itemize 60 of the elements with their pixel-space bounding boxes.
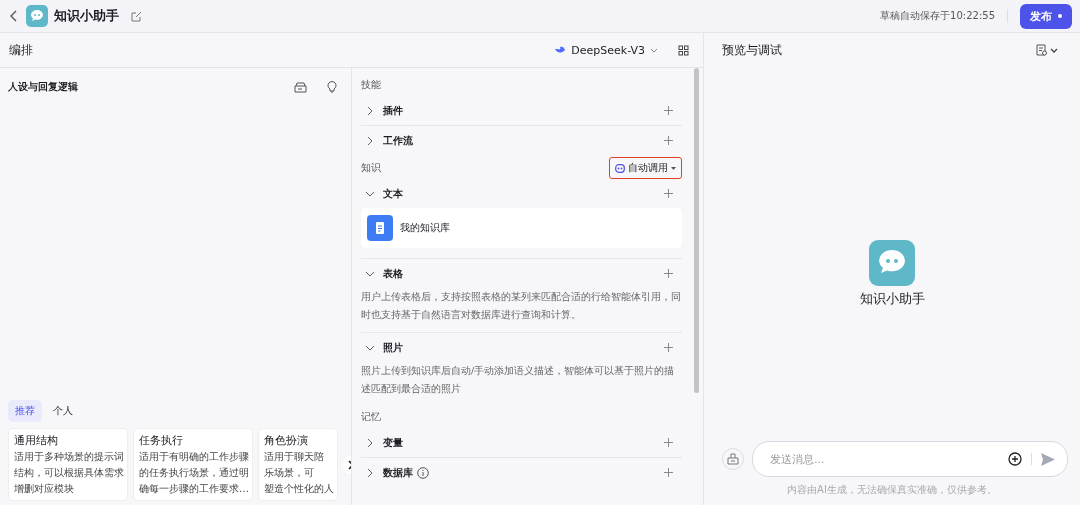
section-title: 记忆 — [361, 410, 381, 424]
bot-name: 知识小助手 — [859, 290, 925, 308]
collapsible-row[interactable]: 变量 — [361, 435, 403, 450]
template-card[interactable]: 任务执行 适用于有明确的工作步骤 的任务执行场景，通过明 确每一步骤的工作要求… — [133, 428, 253, 501]
card-description: 塑造个性化的人 — [264, 482, 334, 496]
template-card[interactable]: 角色扮演 适用于聊天陪 乐场景，可 塑造个性化的人 — [258, 428, 338, 501]
bot-avatar-icon — [869, 240, 915, 286]
panel-title: 人设与回复逻辑 — [8, 79, 78, 94]
publish-button[interactable]: 发布 — [1020, 3, 1072, 29]
chevron-icon — [365, 437, 375, 448]
template-card[interactable]: 通用结构 适用于多种场景的提示词 结构，可以根据具体需求 增删对应模块 — [8, 428, 128, 501]
caret-icon — [671, 166, 676, 170]
collapsible-row[interactable]: 数据库 — [361, 465, 413, 480]
collapsible-row[interactable]: 照片 — [361, 340, 403, 355]
template-tab[interactable]: 个人 — [46, 400, 80, 422]
send-icon[interactable] — [1041, 452, 1055, 466]
info-icon[interactable] — [417, 466, 429, 479]
collapsible-row[interactable]: 工作流 — [361, 133, 413, 148]
robot-icon — [615, 163, 625, 173]
collapsible-row[interactable]: 插件 — [361, 103, 403, 118]
save-status: 草稿自动保存于10:22:55 — [880, 9, 995, 23]
collapsible-row[interactable]: 表格 — [361, 266, 403, 281]
message-input[interactable]: 发送消息... — [768, 451, 999, 467]
add-icon[interactable] — [1008, 452, 1022, 466]
card-description: 适用于聊天陪 — [264, 450, 325, 464]
dot-icon — [1058, 14, 1062, 18]
collapsible-row[interactable]: 文本 — [361, 186, 403, 201]
card-description: 的任务执行场景，通过明 — [139, 466, 249, 480]
card-description: 适用于有明确的工作步骤 — [139, 450, 249, 464]
caret-icon — [650, 47, 658, 53]
settings-dropdown-icon[interactable] — [1034, 42, 1060, 58]
message-field[interactable]: 发送消息... — [752, 441, 1068, 477]
editor-title: 编排 — [9, 41, 33, 59]
disclaimer: 内容由AI生成，无法确保真实准确，仅供参考。 — [786, 483, 998, 497]
card-description: 结构，可以根据具体需求 — [14, 466, 124, 480]
card-title: 任务执行 — [139, 434, 184, 448]
model-selector[interactable]: DeepSeek-V3 — [554, 43, 658, 57]
section-description: 照片上传到知识库后自动/手动添加语义描述，智能体可以基于照片的描述匹配到最合适的照片 — [361, 364, 676, 396]
card-description: 乐场景，可 — [264, 466, 315, 480]
card-description: 适用于多种场景的提示词 — [14, 450, 124, 464]
chevron-icon — [365, 467, 375, 478]
section-description: 用户上传表格后，支持按照表格的某列来匹配合适的行给智能体引用，同时也支持基于自然语言对数据库进行查询和计算。 — [361, 290, 682, 322]
preview-title: 预览与调试 — [722, 41, 782, 59]
card-title: 通用结构 — [14, 434, 59, 448]
auto-call-dropdown[interactable]: 自动调用 — [609, 157, 682, 179]
app-name: 知识小助手 — [54, 7, 119, 25]
section-title: 知识 — [361, 161, 381, 175]
layout-icon[interactable] — [676, 42, 691, 58]
chevron-icon — [365, 135, 375, 146]
template-tab[interactable]: 推荐 — [8, 400, 42, 422]
scrollbar[interactable] — [694, 68, 699, 393]
card-title: 角色扮演 — [264, 434, 309, 448]
bulb-icon[interactable] — [325, 78, 339, 95]
knowledge-base-item[interactable]: 我的知识库 — [361, 208, 682, 248]
document-icon — [367, 215, 393, 241]
card-description: 增删对应模块 — [14, 482, 75, 496]
card-description: 确每一步骤的工作要求… — [139, 482, 249, 496]
bot-avatar-icon — [26, 5, 48, 27]
section-title: 技能 — [361, 78, 381, 92]
chevron-icon — [365, 105, 375, 116]
